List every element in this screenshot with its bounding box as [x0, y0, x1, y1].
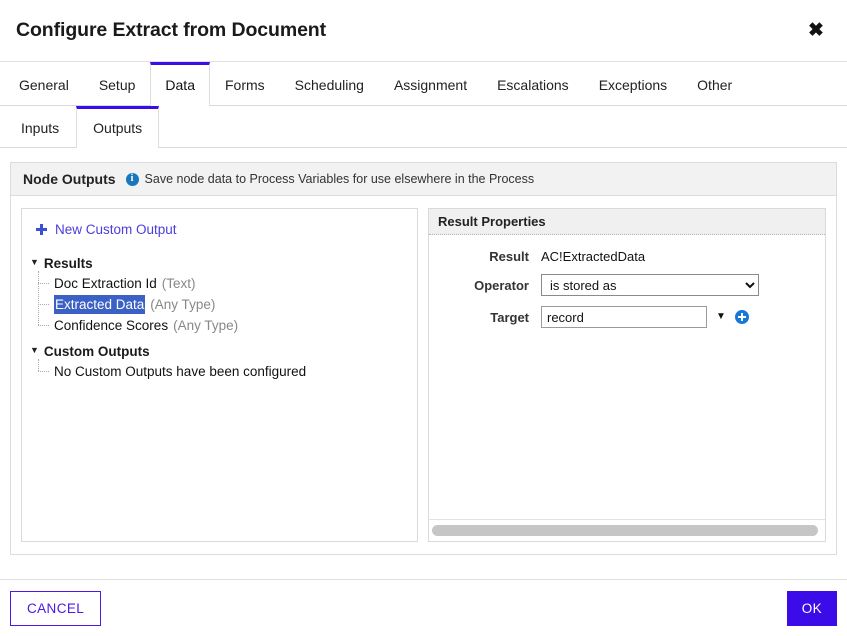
tree-item-type: (Any Type)	[173, 318, 239, 333]
tab-other[interactable]: Other	[682, 62, 747, 105]
tree-item-name: Confidence Scores	[54, 318, 169, 333]
tab-scheduling[interactable]: Scheduling	[280, 62, 379, 105]
scrollbar-thumb[interactable]	[432, 525, 819, 536]
tree-children-custom-outputs: No Custom Outputs have been configured	[38, 359, 409, 382]
section-header: Node Outputs i Save node data to Process…	[11, 163, 836, 196]
dialog-body: Node Outputs i Save node data to Process…	[0, 148, 847, 579]
tab-exceptions[interactable]: Exceptions	[584, 62, 682, 105]
dialog-header: Configure Extract from Document ✖	[0, 0, 847, 62]
info-icon: i	[125, 172, 139, 186]
target-controls: ▼	[541, 306, 749, 328]
outputs-tree-panel: New Custom Output ▼ Results Doc Extracti…	[21, 208, 418, 542]
tab-inputs[interactable]: Inputs	[4, 106, 76, 147]
list-item[interactable]: Doc Extraction Id (Text)	[38, 273, 409, 294]
page-title: Configure Extract from Document	[16, 19, 327, 41]
tree-item-name: Doc Extraction Id	[54, 276, 157, 291]
empty-state-text: No Custom Outputs have been configured	[54, 364, 307, 379]
chevron-down-icon[interactable]: ▼	[714, 310, 728, 324]
tree-item-type: (Text)	[161, 276, 196, 291]
panels-container: New Custom Output ▼ Results Doc Extracti…	[11, 196, 836, 554]
dialog-footer: CANCEL OK	[0, 579, 847, 636]
cancel-button[interactable]: CANCEL	[10, 590, 102, 626]
result-row: Result AC!ExtractedData	[429, 249, 815, 264]
result-properties-form: Result AC!ExtractedData Operator is stor…	[429, 235, 825, 519]
tree-item-name: Extracted Data	[54, 295, 146, 314]
section-title: Node Outputs	[23, 171, 116, 187]
outputs-tree: ▼ Results Doc Extraction Id (Text) Extra…	[30, 254, 409, 382]
new-custom-output-label: New Custom Output	[55, 222, 177, 237]
tab-outputs[interactable]: Outputs	[76, 106, 160, 148]
section-hint: i Save node data to Process Variables fo…	[125, 172, 535, 186]
main-tab-bar: General Setup Data Forms Scheduling Assi…	[0, 62, 847, 106]
tab-setup[interactable]: Setup	[84, 62, 151, 105]
add-circle-icon[interactable]	[734, 310, 749, 324]
tree-group-results[interactable]: ▼ Results	[30, 254, 409, 273]
tab-assignment[interactable]: Assignment	[379, 62, 482, 105]
target-input[interactable]	[541, 306, 707, 328]
operator-label: Operator	[474, 277, 529, 293]
sub-tab-bar: Inputs Outputs	[0, 106, 847, 148]
operator-row: Operator is stored as	[429, 274, 815, 296]
tree-group-label: Results	[43, 256, 93, 271]
result-properties-panel: Result Properties Result AC!ExtractedDat…	[428, 208, 826, 542]
list-item[interactable]: Confidence Scores (Any Type)	[38, 315, 409, 336]
tree-group-label: Custom Outputs	[43, 344, 150, 359]
section-hint-text: Save node data to Process Variables for …	[144, 172, 535, 186]
tree-item-type: (Any Type)	[150, 297, 216, 312]
horizontal-scrollbar[interactable]	[429, 519, 825, 541]
target-label: Target	[490, 309, 529, 325]
tab-escalations[interactable]: Escalations	[482, 62, 584, 105]
tab-general[interactable]: General	[4, 62, 84, 105]
target-row: Target ▼	[429, 306, 815, 328]
tab-forms[interactable]: Forms	[210, 62, 280, 105]
result-properties-title: Result Properties	[429, 209, 825, 235]
result-value: AC!ExtractedData	[541, 249, 646, 264]
tab-data[interactable]: Data	[150, 62, 210, 106]
list-item-empty: No Custom Outputs have been configured	[38, 361, 409, 382]
tree-group-custom-outputs[interactable]: ▼ Custom Outputs	[30, 342, 409, 361]
configure-dialog: Configure Extract from Document ✖ Genera…	[0, 0, 847, 636]
result-label: Result	[489, 249, 529, 264]
list-item[interactable]: Extracted Data (Any Type)	[38, 294, 409, 315]
chevron-down-icon: ▼	[30, 257, 39, 267]
tree-children-results: Doc Extraction Id (Text) Extracted Data …	[38, 271, 409, 336]
chevron-down-icon: ▼	[30, 345, 39, 355]
close-icon[interactable]: ✖	[803, 18, 829, 44]
node-outputs-section: Node Outputs i Save node data to Process…	[10, 162, 837, 555]
ok-button[interactable]: OK	[786, 590, 837, 626]
plus-icon	[36, 224, 47, 235]
operator-select[interactable]: is stored as	[541, 274, 759, 296]
new-custom-output-button[interactable]: New Custom Output	[30, 219, 181, 240]
